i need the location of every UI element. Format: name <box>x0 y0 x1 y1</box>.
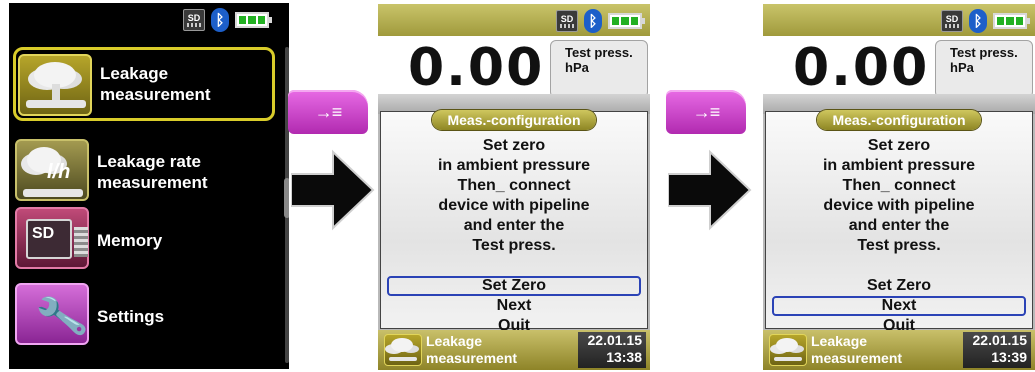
dialog-message: Set zero in ambient pressure Then_ conne… <box>381 136 647 256</box>
option-set-zero[interactable]: Set Zero <box>772 276 1026 296</box>
menu-item-label: Leakage measurement <box>100 64 211 104</box>
message-line: Set zero <box>482 137 546 154</box>
menu-item-label: Leakage rate measurement <box>97 152 208 192</box>
meas-config-dialog: Meas.-configuration Set zero in ambient … <box>380 110 648 334</box>
dialog-message: Set zero in ambient pressure Then_ conne… <box>766 136 1032 256</box>
menu-item-leakage-measurement[interactable]: Leakage measurement <box>13 47 275 121</box>
pressure-reading: 0.00 Test press. hPa <box>763 36 1035 98</box>
pressure-unit: hPa <box>565 60 589 75</box>
footer-time: 13:39 <box>991 349 1027 365</box>
sd-status-label: SD <box>187 13 201 23</box>
footer-date: 22.01.15 <box>972 332 1028 348</box>
status-bar: SD ᛒ <box>9 3 289 35</box>
menu-item-label: Memory <box>97 230 163 250</box>
leakage-icon <box>769 334 807 366</box>
pressure-label: Test press. <box>950 45 1018 60</box>
footer-datetime: 22.01.15 13:38 <box>578 332 646 368</box>
main-menu-screen: SD ᛒ Leakage measurement l/h Leakage rat… <box>9 3 289 369</box>
status-icons: SD ᛒ <box>183 8 272 32</box>
function-key-label: →≡ <box>314 101 342 122</box>
leakage-rate-icon-text: l/h <box>47 161 71 183</box>
message-line: device with pipeline <box>438 197 590 214</box>
option-next[interactable]: Next <box>387 296 641 316</box>
bluetooth-icon: ᛒ <box>211 8 229 32</box>
menu-item-label: Settings <box>97 306 165 326</box>
function-key-button[interactable]: →≡ <box>666 90 746 134</box>
option-set-zero[interactable]: Set Zero <box>387 276 641 296</box>
leakage-icon <box>384 334 422 366</box>
scrollbar-thumb[interactable] <box>284 178 289 218</box>
function-key-button[interactable]: →≡ <box>288 90 368 134</box>
next-step-arrow-icon <box>668 149 752 231</box>
footer-bar: Leakage measurement 22.01.15 13:38 <box>378 330 650 370</box>
message-line: Test press. <box>472 237 556 254</box>
wrench-icon: 🔧 <box>15 283 90 345</box>
sd-memory-icon-text: SD <box>26 219 88 259</box>
sd-status-label: SD <box>945 14 959 24</box>
message-line: and enter the <box>848 217 950 234</box>
status-bar: SD ᛒ <box>378 4 650 36</box>
pressure-reading: 0.00 Test press. hPa <box>378 36 650 98</box>
status-icons: SD ᛒ <box>941 9 1030 33</box>
pressure-label-box: Test press. hPa <box>550 40 648 98</box>
sd-card-status-icon: SD <box>183 9 205 31</box>
meas-config-dialog: Meas.-configuration Set zero in ambient … <box>765 110 1033 334</box>
dialog-title: Meas.-configuration <box>432 110 596 130</box>
leakage-icon <box>18 54 92 116</box>
meas-config-screen-2: SD ᛒ 0.00 Test press. hPa Meas.-configur… <box>763 4 1035 370</box>
footer-datetime: 22.01.15 13:39 <box>963 332 1031 368</box>
pressure-value: 0.00 <box>793 38 930 98</box>
footer-mode-label: Leakage measurement <box>811 333 903 366</box>
battery-full-icon <box>993 13 1030 29</box>
pressure-label: Test press. <box>565 45 633 60</box>
sd-card-status-icon: SD <box>941 10 963 32</box>
message-line: and enter the <box>463 217 565 234</box>
message-line: Then_ connect <box>457 177 571 194</box>
message-line: Set zero <box>867 137 931 154</box>
sd-memory-icon: SD <box>15 207 89 269</box>
bluetooth-icon: ᛒ <box>584 9 602 33</box>
footer-date: 22.01.15 <box>587 332 643 348</box>
message-line: device with pipeline <box>823 197 975 214</box>
battery-full-icon <box>235 12 272 28</box>
menu-item-leakage-rate-measurement[interactable]: l/h Leakage rate measurement <box>13 135 275 209</box>
meas-config-screen-1: SD ᛒ 0.00 Test press. hPa Meas.-configur… <box>378 4 650 370</box>
footer-time: 13:38 <box>606 349 642 365</box>
menu-item-memory[interactable]: SD Memory <box>13 203 275 277</box>
sd-status-label: SD <box>560 14 574 24</box>
pressure-label-box: Test press. hPa <box>935 40 1033 98</box>
status-icons: SD ᛒ <box>556 9 645 33</box>
battery-full-icon <box>608 13 645 29</box>
message-line: Then_ connect <box>842 177 956 194</box>
pressure-value: 0.00 <box>408 38 545 98</box>
footer-bar: Leakage measurement 22.01.15 13:39 <box>763 330 1035 370</box>
option-next[interactable]: Next <box>772 296 1026 316</box>
next-step-arrow-icon <box>291 149 375 231</box>
message-line: in ambient pressure <box>437 157 591 174</box>
function-key-label: →≡ <box>692 101 720 122</box>
bluetooth-icon: ᛒ <box>969 9 987 33</box>
leakage-rate-icon: l/h <box>15 139 89 201</box>
menu-item-settings[interactable]: 🔧 Settings <box>13 279 275 353</box>
pressure-unit: hPa <box>950 60 974 75</box>
footer-mode-label: Leakage measurement <box>426 333 518 366</box>
message-line: Test press. <box>857 237 941 254</box>
status-bar: SD ᛒ <box>763 4 1035 36</box>
sd-card-status-icon: SD <box>556 10 578 32</box>
dialog-title: Meas.-configuration <box>817 110 981 130</box>
message-line: in ambient pressure <box>822 157 976 174</box>
